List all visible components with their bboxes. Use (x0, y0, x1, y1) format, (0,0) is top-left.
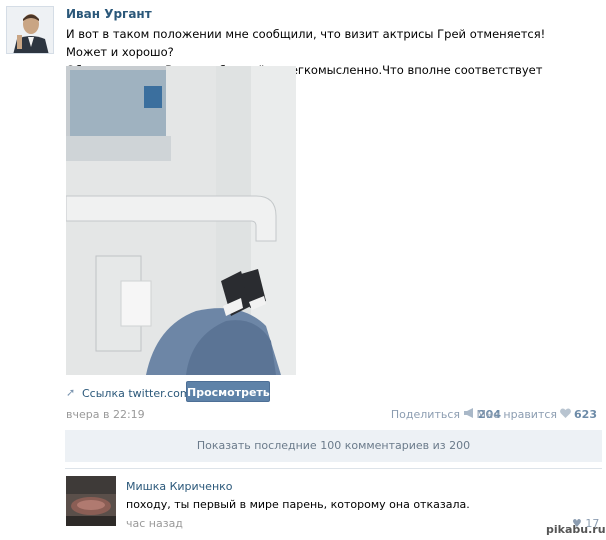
view-button[interactable]: Просмотреть (186, 381, 270, 402)
attachment-link[interactable]: ➚ Ссылка twitter.com (66, 384, 191, 402)
author-avatar[interactable] (6, 6, 54, 54)
attachment-link-label: Ссылка twitter.com (82, 386, 191, 400)
comment-author-avatar[interactable] (66, 476, 116, 526)
link-arrow-icon: ➚ (66, 386, 76, 399)
divider (65, 468, 602, 469)
post-meta: вчера в 22:19 Поделиться 204 Мне нравитс… (66, 408, 597, 422)
megaphone-icon (463, 408, 475, 421)
heart-icon (560, 408, 571, 421)
like-button[interactable]: Мне нравится 623 (476, 408, 597, 421)
share-label: Поделиться (390, 408, 461, 421)
comment-author-link[interactable]: Мишка Кириченко (126, 480, 233, 493)
comment-text: походу, ты первый в мире парень, котором… (126, 498, 470, 511)
post-text-line: И вот в таком положении мне сообщили, чт… (66, 27, 546, 59)
show-more-comments-button[interactable]: Показать последние 100 комментариев из 2… (65, 430, 602, 462)
comment-timestamp[interactable]: час назад (126, 517, 183, 530)
watermark: pikabu.ru (546, 523, 606, 536)
like-label: Мне нравится (476, 408, 558, 421)
post-timestamp[interactable]: вчера в 22:19 (66, 408, 145, 421)
post-author-link[interactable]: Иван Ургант (66, 7, 152, 21)
post-photo[interactable] (66, 66, 296, 375)
like-count: 623 (574, 408, 597, 421)
